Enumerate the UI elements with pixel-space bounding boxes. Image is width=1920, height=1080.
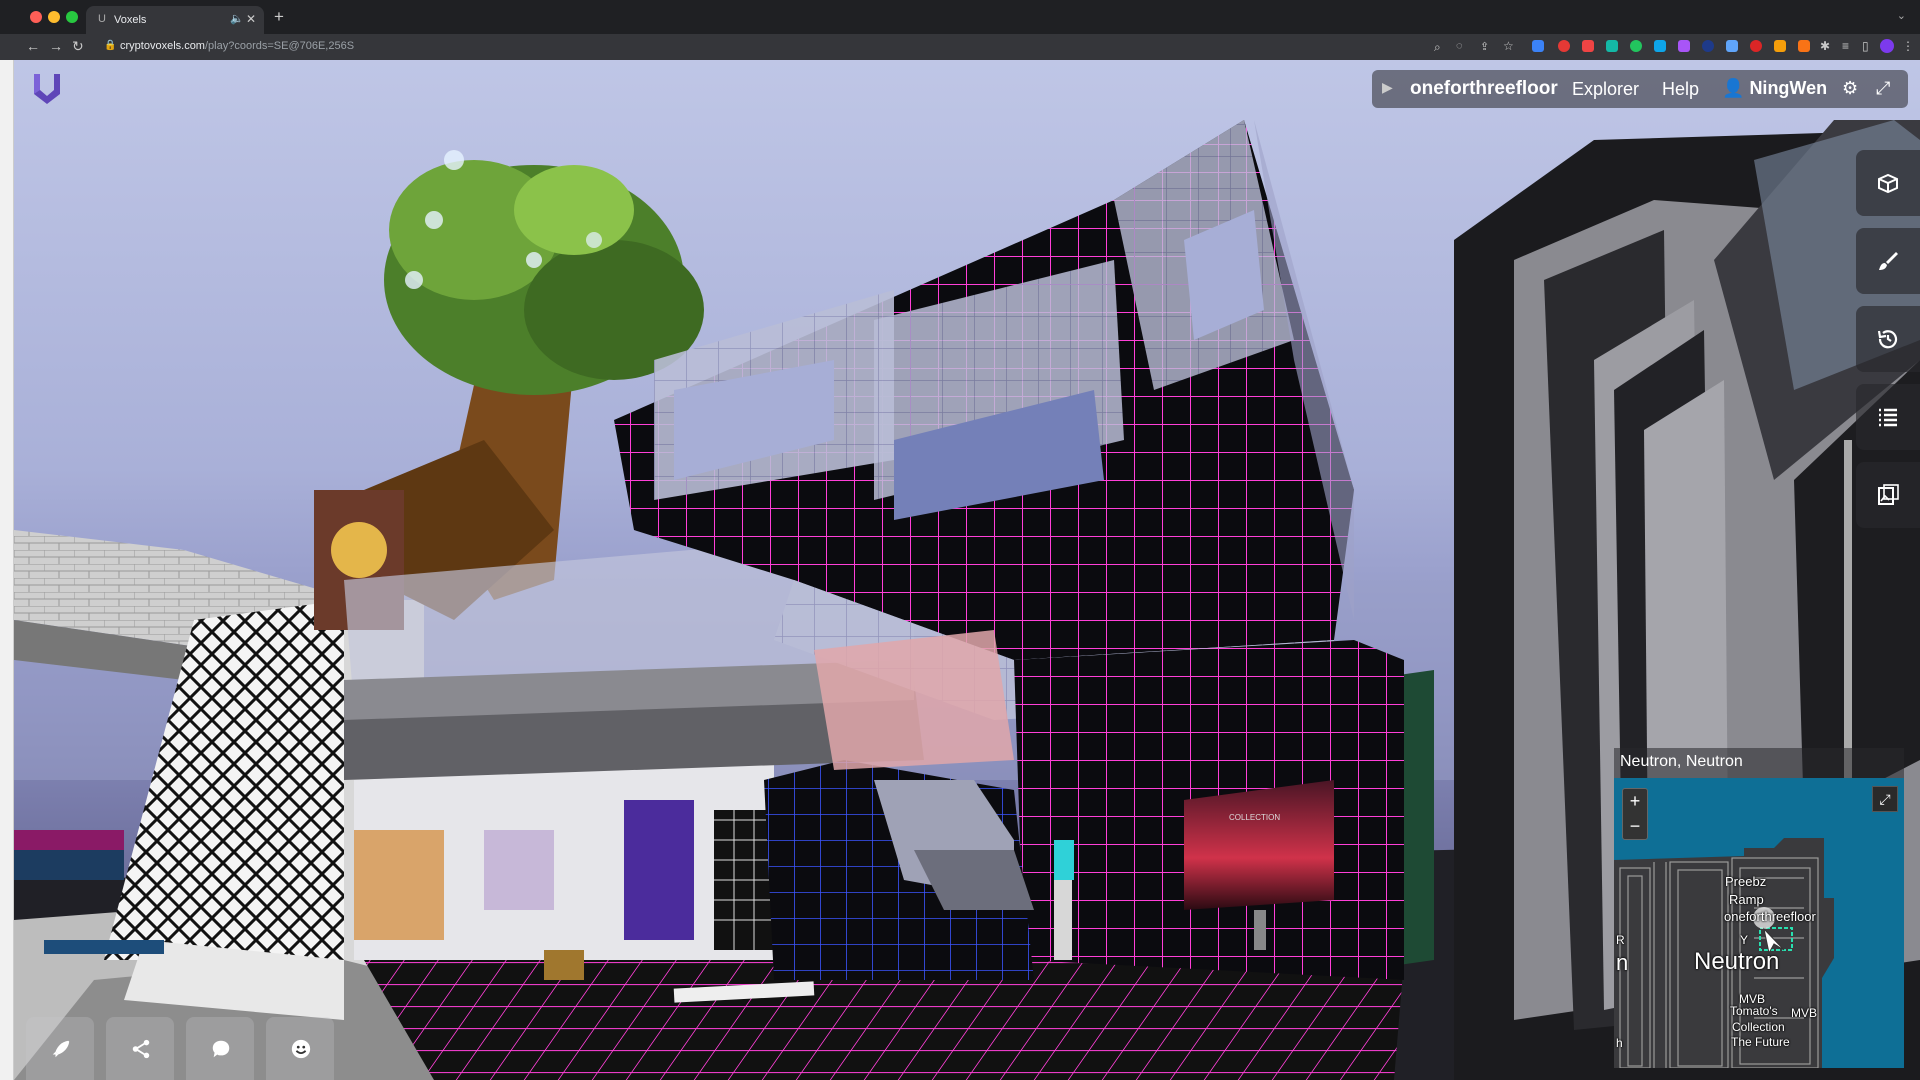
chat-button[interactable] — [186, 1017, 254, 1080]
extension-icon[interactable] — [1630, 40, 1642, 52]
browser-titlebar: U Voxels 🔈 ✕ + ⌄ — [0, 0, 1920, 34]
url-text: cryptovoxels.com/play?coords=SE@706E,256… — [120, 40, 355, 52]
fullscreen-icon[interactable]: ⤢ — [1876, 78, 1890, 99]
extension-icon[interactable] — [1726, 40, 1738, 52]
extension-icon[interactable] — [1702, 40, 1714, 52]
paint-button[interactable] — [1856, 228, 1920, 294]
map-zoom-in-button[interactable]: + — [1623, 789, 1647, 814]
chat-icon — [212, 1040, 230, 1058]
sidebar-icon[interactable]: ▯ — [1862, 39, 1869, 53]
gallery-button[interactable] — [1856, 462, 1920, 528]
window-close-button[interactable] — [30, 11, 42, 23]
profile-avatar-icon[interactable] — [1880, 39, 1894, 53]
extension-icon[interactable] — [1654, 40, 1666, 52]
tab-search-chevron-icon[interactable]: ⌄ — [1897, 9, 1906, 22]
user-icon: 👤 — [1722, 78, 1745, 98]
voxels-logo-icon[interactable] — [30, 70, 64, 108]
pinterest-extension-icon[interactable] — [1558, 40, 1570, 52]
extension-icon[interactable] — [1606, 40, 1618, 52]
minimap[interactable]: + − ⤢ Preebz Ramp oneforthreefloor Y R n… — [1614, 778, 1904, 1068]
tab-title: Voxels — [114, 14, 147, 26]
map-label-tomatos[interactable]: Tomato's — [1730, 1004, 1778, 1018]
puzzle-extensions-icon[interactable]: ✱ — [1820, 39, 1830, 53]
map-expand-icon[interactable]: ⤢ — [1872, 786, 1898, 812]
rocket-icon — [52, 1040, 70, 1058]
map-label-h: h — [1616, 1036, 1623, 1050]
map-label-n: n — [1616, 950, 1629, 975]
browser-tab-voxels[interactable]: U Voxels 🔈 ✕ — [86, 6, 264, 34]
cubes-icon — [1878, 173, 1898, 194]
map-label-ramp[interactable]: Ramp — [1729, 892, 1764, 907]
map-label-y: Y — [1740, 933, 1749, 947]
address-bar[interactable]: 🔒 cryptovoxels.com/play?coords=SE@706E,2… — [96, 37, 1516, 57]
gallery-icon — [1878, 484, 1899, 505]
brush-icon — [1879, 252, 1898, 270]
help-link[interactable]: Help — [1662, 79, 1699, 100]
minimap-title-bar: Neutron, Neutron — [1614, 748, 1904, 778]
extension-icon[interactable] — [1532, 40, 1544, 52]
window-maximize-button[interactable] — [66, 11, 78, 23]
share-page-icon[interactable]: ⇪ — [1480, 40, 1489, 53]
parcel-name-link[interactable]: oneforthreefloor — [1410, 78, 1558, 100]
smiley-icon — [291, 1039, 311, 1059]
pocket-extension-icon[interactable] — [1582, 40, 1594, 52]
screen-text: COLLECTION — [1229, 813, 1280, 822]
history-button[interactable] — [1856, 306, 1920, 372]
map-label-suburb[interactable]: Neutron — [1694, 948, 1779, 976]
left-page-strip — [0, 60, 14, 1080]
emoji-button[interactable] — [266, 1017, 334, 1080]
map-label-preebz[interactable]: Preebz — [1725, 874, 1766, 889]
history-icon — [1877, 330, 1898, 349]
top-navigation-bar: ▶ oneforthreefloor Explorer Help 👤 NingW… — [1372, 70, 1908, 108]
window-minimize-button[interactable] — [48, 11, 60, 23]
lock-icon: 🔒 — [104, 40, 117, 51]
extension-icon[interactable] — [1774, 40, 1786, 52]
map-label-the-future[interactable]: The Future — [1731, 1035, 1790, 1049]
minimap-location-label: Neutron, Neutron — [1620, 753, 1743, 770]
expand-chevron-icon[interactable]: ▶ — [1382, 79, 1393, 96]
map-label-collection[interactable]: Collection — [1732, 1020, 1785, 1034]
forward-arrow-icon[interactable]: → — [49, 38, 63, 54]
user-profile-link[interactable]: 👤 NingWen — [1722, 78, 1827, 99]
map-zoom-out-button[interactable]: − — [1623, 814, 1647, 839]
reload-icon[interactable]: ↻ — [72, 38, 84, 55]
share-button[interactable] — [106, 1017, 174, 1080]
share-icon — [132, 1039, 150, 1059]
speaker-icon[interactable]: 🔈 — [230, 12, 244, 25]
voxels-favicon-icon: U — [98, 13, 106, 25]
bookmark-star-icon[interactable]: ☆ — [1503, 39, 1514, 53]
explorer-link[interactable]: Explorer — [1572, 79, 1639, 100]
eye-off-icon[interactable]: ◌ — [1456, 40, 1463, 52]
back-arrow-icon[interactable]: ← — [26, 38, 40, 54]
map-label-parcel[interactable]: oneforthreefloor — [1724, 909, 1816, 924]
list-icon — [1879, 408, 1897, 427]
extension-icon[interactable] — [1750, 40, 1762, 52]
new-tab-button[interactable]: + — [274, 7, 284, 27]
menu-kebab-icon[interactable]: ⋮ — [1902, 39, 1914, 53]
username-label: NingWen — [1749, 78, 1828, 98]
zoom-icon[interactable]: ⌕ — [1434, 40, 1441, 55]
teleport-button[interactable] — [26, 1017, 94, 1080]
settings-sliders-icon[interactable]: ⚙ — [1842, 78, 1858, 99]
extension-icon[interactable] — [1678, 40, 1690, 52]
close-tab-icon[interactable]: ✕ — [246, 12, 256, 26]
reading-list-icon[interactable]: ≡ — [1842, 39, 1849, 53]
metamask-extension-icon[interactable] — [1798, 40, 1810, 52]
browser-toolbar: ← → ↻ 🔒 cryptovoxels.com/play?coords=SE@… — [0, 34, 1920, 60]
map-zoom-controls: + − — [1622, 788, 1648, 840]
map-label-r: R — [1616, 933, 1625, 947]
add-voxels-button[interactable] — [1856, 150, 1920, 216]
list-button[interactable] — [1856, 384, 1920, 450]
minimap-panel: Neutron, Neutron + − ⤢ Preebz Ramp onefo… — [1614, 748, 1904, 1068]
map-label-mvb[interactable]: MVB — [1791, 1006, 1817, 1020]
